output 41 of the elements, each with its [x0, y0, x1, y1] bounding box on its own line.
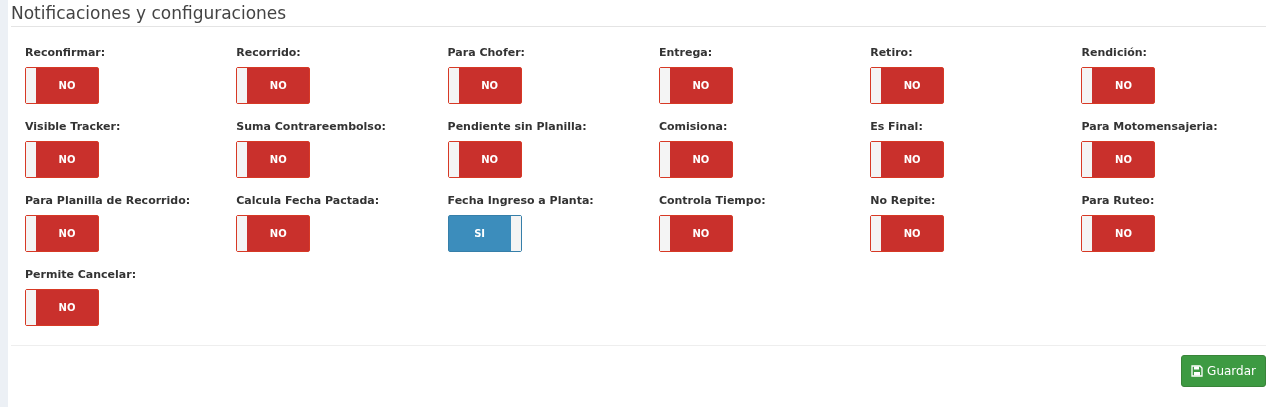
- setting-label: Para Ruteo:: [1081, 194, 1156, 209]
- toggle-switch[interactable]: NO: [870, 67, 945, 104]
- setting-label: Retiro:: [870, 46, 914, 61]
- toggle-switch[interactable]: NO: [447, 141, 522, 178]
- setting-label: Entrega:: [658, 46, 714, 61]
- setting-label: Calcula Fecha Pactada:: [236, 194, 381, 209]
- toggle-switch[interactable]: NO: [236, 67, 311, 104]
- toggle-switch[interactable]: NO: [870, 215, 945, 252]
- setting-label: Para Motomensajeria:: [1081, 120, 1219, 135]
- save-button[interactable]: Guardar: [1181, 355, 1266, 387]
- setting-label: Comisiona:: [658, 120, 729, 135]
- toggle-switch[interactable]: NO: [658, 215, 733, 252]
- setting-label: Permite Cancelar:: [25, 268, 138, 283]
- toggle-switch[interactable]: NO: [25, 141, 99, 178]
- toggle-switch[interactable]: NO: [870, 141, 945, 178]
- save-icon: [1191, 365, 1204, 377]
- toggle-switch[interactable]: NO: [25, 67, 99, 104]
- setting-label: Pendiente sin Planilla:: [447, 120, 588, 135]
- toggle-switch[interactable]: NO: [1081, 215, 1156, 252]
- panel-title: Notificaciones y configuraciones: [11, 0, 1266, 27]
- toggle-switch[interactable]: NO: [1081, 67, 1156, 104]
- toggle-switch[interactable]: NO: [447, 67, 522, 104]
- setting-label: Suma Contrareembolso:: [236, 120, 387, 135]
- setting-label: Reconfirmar:: [25, 46, 107, 61]
- setting-label: No Repite:: [870, 194, 937, 209]
- setting-label: Rendición:: [1081, 46, 1148, 61]
- toggle-switch[interactable]: NO: [1081, 141, 1156, 178]
- setting-label: Recorrido:: [236, 46, 302, 61]
- toggle-switch[interactable]: NO: [658, 141, 733, 178]
- setting-label: Visible Tracker:: [25, 120, 122, 135]
- setting-label: Es Final:: [870, 120, 924, 135]
- setting-label: Para Planilla de Recorrido:: [25, 194, 192, 209]
- toggle-switch[interactable]: NO: [236, 215, 311, 252]
- setting-label: Para Chofer:: [447, 46, 526, 61]
- setting-label: Controla Tiempo:: [658, 194, 767, 209]
- toggle-switch[interactable]: NO: [236, 141, 311, 178]
- toggle-switch[interactable]: NO: [658, 67, 733, 104]
- setting-label: Fecha Ingreso a Planta:: [447, 194, 595, 209]
- toggle-switch[interactable]: NO: [25, 289, 99, 326]
- toggle-switch[interactable]: NO: [25, 215, 99, 252]
- toggle-switch[interactable]: SI: [447, 215, 522, 252]
